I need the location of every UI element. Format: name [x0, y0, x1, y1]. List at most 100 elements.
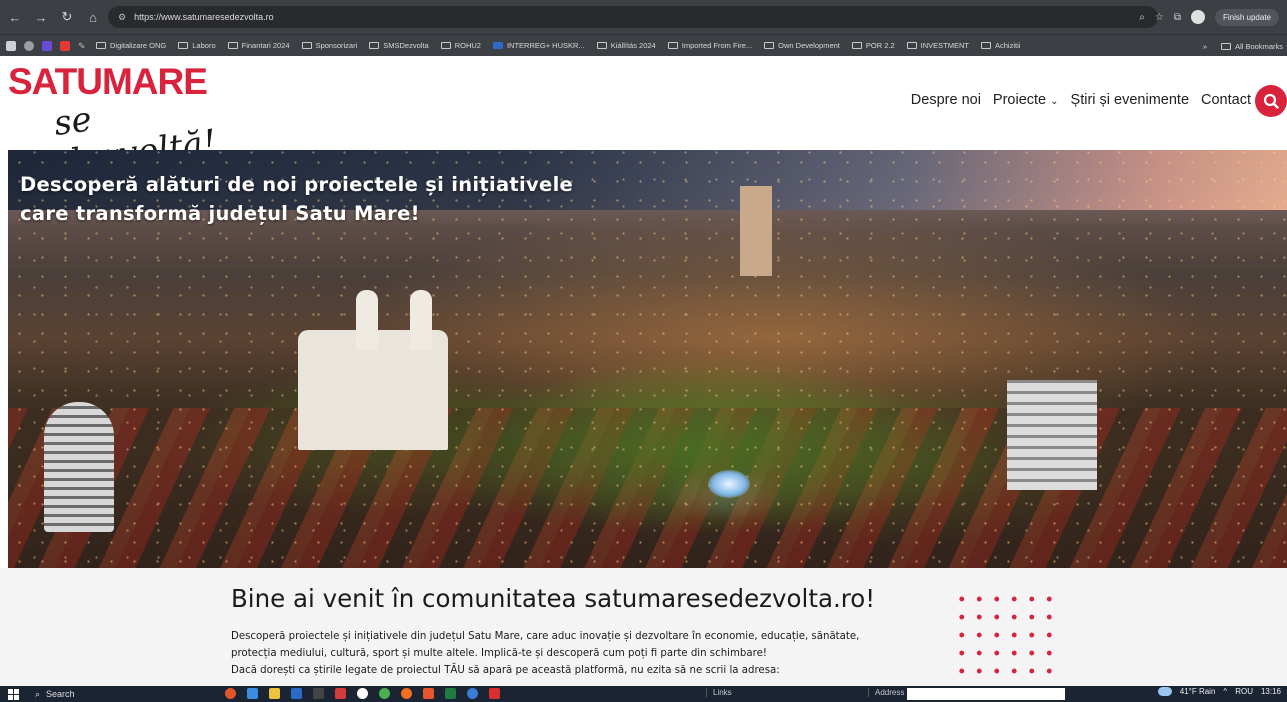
reload-icon[interactable]: ↻: [56, 6, 78, 28]
search-icon: ⌕: [35, 688, 41, 699]
folder-icon: [369, 42, 380, 49]
bookmark-item[interactable]: SMSDezvolta: [369, 41, 429, 50]
language-indicator[interactable]: ROU: [1235, 687, 1253, 696]
taskbar-links-toolbar[interactable]: Links: [706, 688, 732, 697]
back-icon[interactable]: ←: [4, 6, 26, 28]
bookmark-item[interactable]: POR 2.2: [851, 41, 895, 50]
nav-proiecte-label: Proiecte: [992, 92, 1047, 108]
app-icon[interactable]: [357, 688, 368, 699]
main-nav: Despre noi Proiecte ⌄ Știri și eveniment…: [911, 92, 1251, 108]
zoom-icon[interactable]: ⌕: [1139, 12, 1145, 23]
hero-cathedral: [298, 290, 448, 450]
bookmark-item[interactable]: INVESTMENT: [906, 41, 969, 50]
folder-icon: [227, 42, 238, 49]
hero-fountain: [708, 470, 750, 498]
tray-chevron-icon[interactable]: ^: [1223, 687, 1227, 696]
folder-icon: [301, 42, 312, 49]
bookmark-item[interactable]: ROHU2: [440, 41, 481, 50]
file-explorer-icon[interactable]: [269, 688, 280, 699]
address-bar[interactable]: ⚙ https://www.satumaresedezvolta.ro: [108, 6, 1158, 28]
bookmark-item[interactable]: Laboro: [178, 41, 216, 50]
app-icon[interactable]: [225, 688, 236, 699]
folder-icon: [596, 42, 607, 49]
app-icon[interactable]: [313, 688, 324, 699]
profile-avatar[interactable]: [1190, 10, 1205, 24]
powerpoint-icon[interactable]: [423, 688, 434, 699]
search-button[interactable]: [1255, 85, 1287, 117]
bookmark-item[interactable]: Own Development: [764, 41, 840, 50]
welcome-title: Bine ai venit în comunitatea satumaresed…: [231, 584, 876, 613]
taskbar-apps: [225, 688, 500, 699]
folder-icon: [440, 42, 451, 49]
decorative-dots: [953, 590, 1063, 686]
app-icon[interactable]: [489, 688, 500, 699]
bookmark-item[interactable]: Digitalizare ONG: [96, 41, 166, 50]
extensions-icon[interactable]: ⧉: [1174, 12, 1181, 23]
windows-start-icon[interactable]: [8, 688, 19, 700]
outlook-icon[interactable]: [291, 688, 302, 699]
hero-highrise: [740, 186, 772, 276]
nav-despre-noi[interactable]: Despre noi: [911, 92, 981, 108]
forward-icon[interactable]: →: [30, 6, 52, 28]
bookmark-star-icon[interactable]: ☆: [1155, 12, 1164, 23]
weather-rain-icon[interactable]: [1157, 687, 1172, 696]
nav-proiecte[interactable]: Proiecte ⌄: [993, 92, 1059, 108]
welcome-section: Bine ai venit în comunitatea satumaresed…: [0, 568, 1287, 686]
clock[interactable]: 13:16: [1261, 687, 1281, 696]
acrobat-icon[interactable]: [335, 688, 346, 699]
chrome-icon[interactable]: [379, 688, 390, 699]
weather-text[interactable]: 41°F Rain: [1180, 687, 1216, 696]
chevron-down-icon: ⌄: [1050, 96, 1059, 107]
hero-title: Descoperă alături de noi proiectele și i…: [20, 170, 573, 228]
taskbar-search-label: Search: [46, 689, 75, 699]
folder-icon: [667, 42, 678, 49]
hero-banner: Descoperă alături de noi proiectele și i…: [8, 150, 1287, 568]
all-bookmarks-item[interactable]: All Bookmarks: [1221, 42, 1283, 51]
site-logo[interactable]: SATUMARE se dezvoltă!: [8, 62, 258, 184]
site-header: SATUMARE se dezvoltă! Despre noi Proiect…: [0, 56, 1287, 184]
web-page: SATUMARE se dezvoltă! Despre noi Proiect…: [0, 56, 1287, 686]
bookmark-item[interactable]: Imported From Fire...: [667, 41, 752, 50]
firefox-icon[interactable]: [401, 688, 412, 699]
app-icon[interactable]: [247, 688, 258, 699]
interreg-icon: [492, 42, 503, 49]
bookmark-item[interactable]: Sponsorizari: [301, 41, 357, 50]
bookmark-icon-2[interactable]: [42, 40, 52, 51]
bookmark-item[interactable]: Achizitii: [980, 41, 1020, 50]
bookmark-item[interactable]: Kiállítás 2024: [596, 41, 656, 50]
search-icon: [1263, 93, 1279, 109]
folder-icon: [980, 42, 991, 49]
folder-icon: [906, 42, 917, 49]
welcome-line-3: Dacă dorești ca știrile legate de proiec…: [231, 665, 780, 676]
system-tray: 41°F Rain ^ ROU 13:16: [1157, 687, 1281, 696]
folder-icon: [764, 42, 775, 49]
bookmarks-overflow-icon[interactable]: »: [1203, 42, 1207, 51]
welcome-text: Descoperă proiectele și inițiativele din…: [231, 628, 931, 679]
url-text: https://www.satumaresedezvolta.ro: [134, 12, 274, 22]
taskbar-search[interactable]: ⌕ Search: [35, 687, 185, 701]
site-settings-icon[interactable]: ⚙: [118, 12, 126, 23]
welcome-line-2: protecția mediului, cultură, sport și mu…: [231, 648, 767, 659]
bookmark-item[interactable]: INTERREG+ HUSKR...: [492, 41, 585, 50]
windows-taskbar: ⌕ Search Links Address 41°F Rain ^ ROU 1…: [0, 686, 1287, 702]
hero-round-tower: [44, 402, 114, 532]
bookmark-item[interactable]: Finantari 2024: [227, 41, 290, 50]
browser-toolbar: ← → ↻ ⌂ ⚙ https://www.satumaresedezvolta…: [0, 0, 1287, 34]
hero-title-line-1: Descoperă alături de noi proiectele și i…: [20, 173, 574, 196]
folder-icon: [1221, 42, 1232, 50]
bookmark-icon-1[interactable]: [24, 40, 34, 51]
pen-icon[interactable]: ✎: [78, 41, 88, 51]
excel-icon[interactable]: [445, 688, 456, 699]
apps-icon[interactable]: [6, 40, 16, 51]
welcome-line-1: Descoperă proiectele și inițiativele din…: [231, 631, 860, 642]
nav-stiri[interactable]: Știri și evenimente: [1071, 92, 1189, 108]
nav-contact[interactable]: Contact: [1201, 92, 1251, 108]
taskbar-address-input[interactable]: [907, 688, 1065, 700]
folder-icon: [851, 42, 862, 49]
youtube-icon[interactable]: [60, 40, 70, 51]
home-icon[interactable]: ⌂: [82, 6, 104, 28]
finish-update-button[interactable]: Finish update: [1214, 8, 1279, 26]
hero-title-line-2: care transformă județul Satu Mare!: [20, 202, 420, 225]
app-icon[interactable]: [467, 688, 478, 699]
bookmarks-bar: ✎ Digitalizare ONG Laboro Finantari 2024…: [0, 34, 1287, 56]
